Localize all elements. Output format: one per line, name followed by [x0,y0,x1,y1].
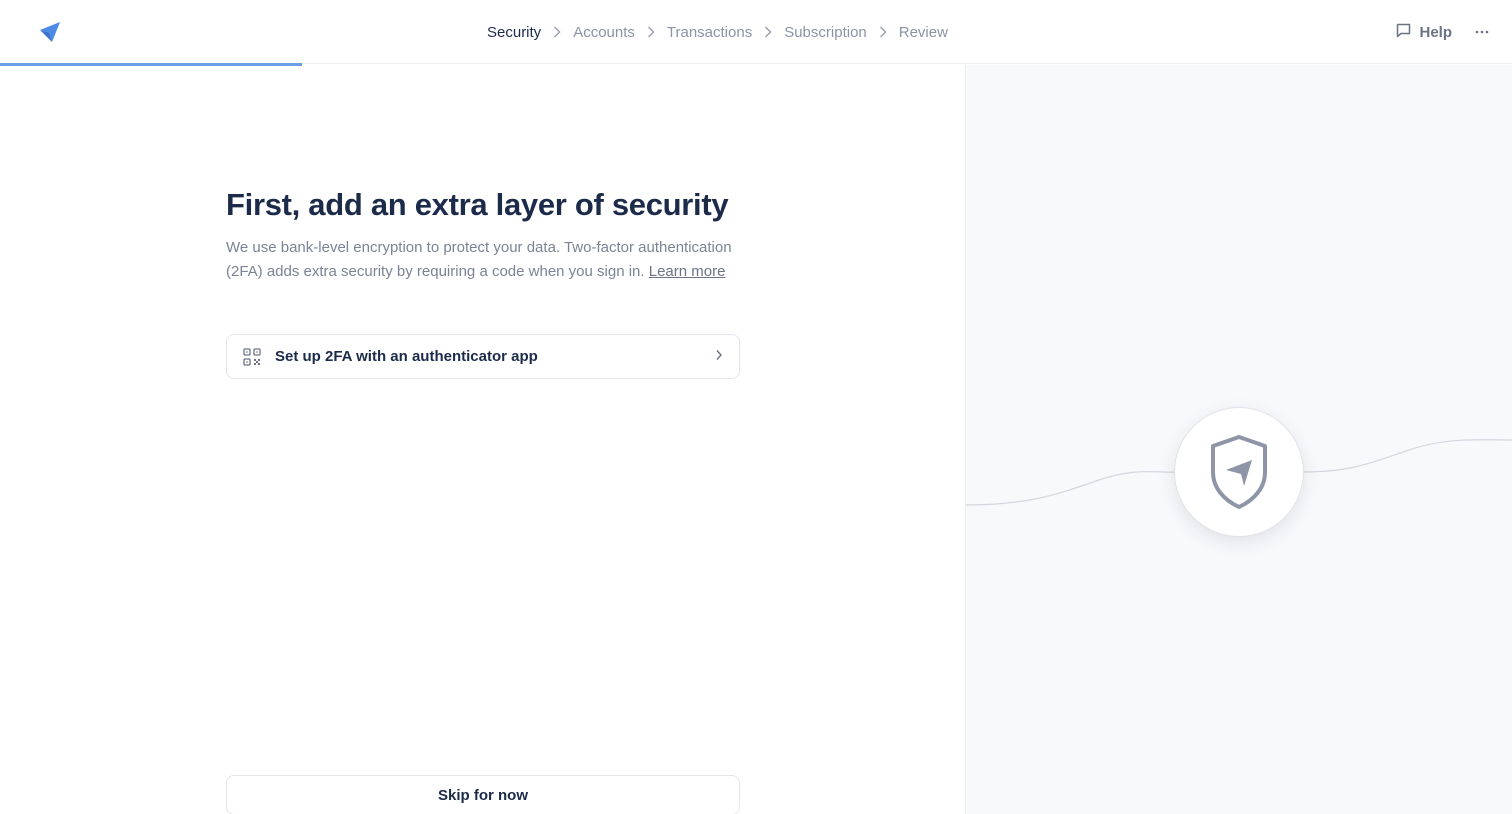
learn-more-link[interactable]: Learn more [649,263,726,280]
page-title: First, add an extra layer of security [226,187,729,222]
step-transactions[interactable]: Transactions [667,24,752,41]
step-navigation: Security Accounts Transactions Subscript… [487,0,948,64]
shield-plane-icon [1211,435,1267,509]
chevron-right-icon [867,25,899,39]
ellipsis-icon [1475,30,1489,34]
option-label: Set up 2FA with an authenticator app [275,348,538,365]
security-section: First, add an extra layer of security We… [226,186,740,379]
security-badge [1174,407,1304,537]
chevron-right-icon [752,25,784,39]
top-bar: Security Accounts Transactions Subscript… [0,0,1512,66]
progress-fill [0,63,303,66]
paper-plane-icon[interactable] [38,20,62,44]
help-label: Help [1419,24,1452,41]
step-subscription[interactable]: Subscription [784,24,867,41]
chat-bubble-icon [1395,22,1412,43]
help-button[interactable]: Help [1395,22,1452,43]
qr-code-icon [243,347,261,366]
skip-for-now-button[interactable]: Skip for now [226,775,740,814]
step-accounts[interactable]: Accounts [573,24,635,41]
more-options-button[interactable] [1474,22,1490,42]
illustration-panel [965,65,1512,814]
chevron-right-icon [635,25,667,39]
chevron-right-icon [715,348,723,366]
page-description: We use bank-level encryption to protect … [226,239,732,280]
step-security[interactable]: Security [487,24,541,41]
chevron-right-icon [541,25,573,39]
step-review[interactable]: Review [899,24,948,41]
setup-2fa-authenticator-option[interactable]: Set up 2FA with an authenticator app [226,334,740,379]
